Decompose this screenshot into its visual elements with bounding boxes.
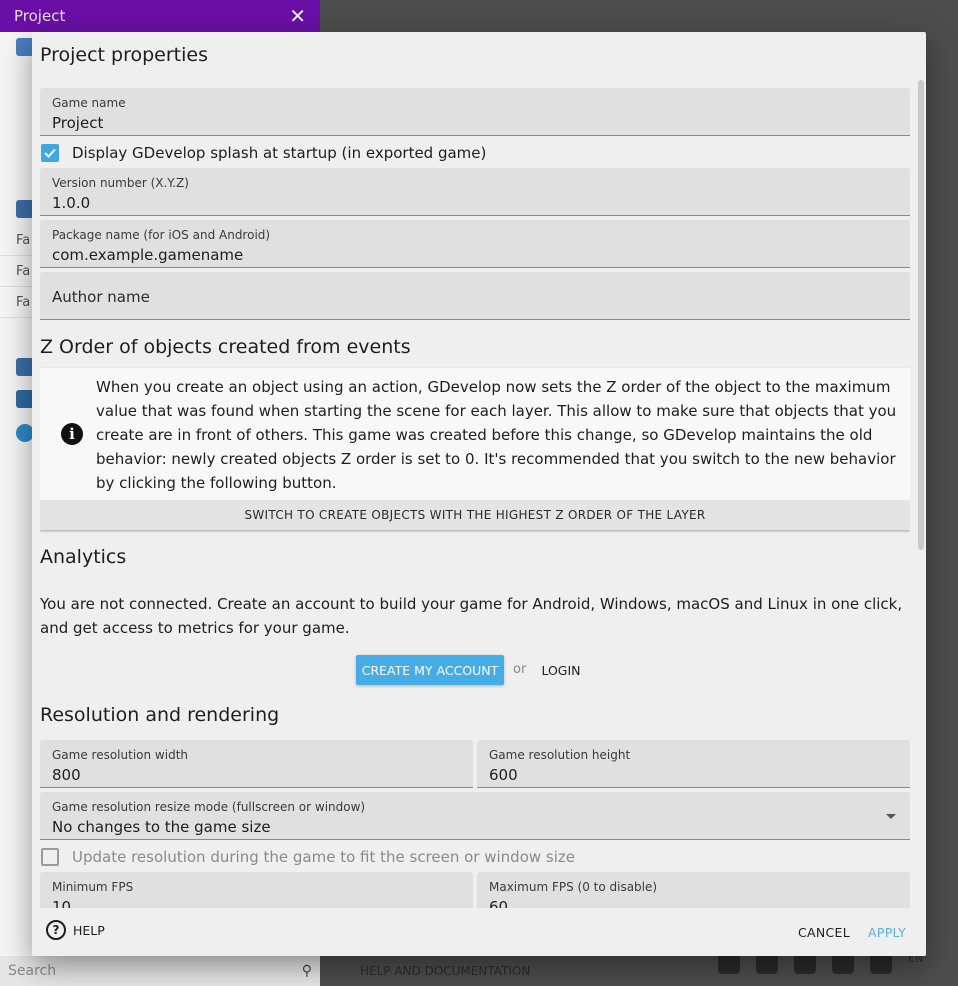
resolution-height-field[interactable]: Game resolution height 600 (477, 740, 910, 788)
package-name-value[interactable]: com.example.gamename (52, 246, 243, 264)
sidebar-item[interactable]: Fa (0, 288, 32, 318)
dialog-footer: ? HELP CANCEL APPLY (32, 908, 926, 956)
scrollbar-thumb[interactable] (918, 80, 924, 550)
update-resolution-label: Update resolution during the game to fit… (72, 848, 576, 866)
help-button[interactable]: ? HELP (46, 920, 105, 940)
version-value[interactable]: 1.0.0 (52, 194, 90, 212)
analytics-heading: Analytics (40, 546, 127, 568)
author-name-placeholder: Author name (52, 288, 150, 306)
create-account-button[interactable]: CREATE MY ACCOUNT (356, 655, 504, 685)
splash-label: Display GDevelop splash at startup (in e… (72, 144, 487, 162)
help-icon: ? (46, 920, 66, 940)
search-bar[interactable]: Search ⚲ (0, 956, 320, 986)
game-name-field[interactable]: Game name Project (40, 88, 910, 136)
project-properties-dialog: Project properties Game name Project Dis… (32, 32, 926, 956)
switch-z-order-button[interactable]: SWITCH TO CREATE OBJECTS WITH THE HIGHES… (40, 500, 910, 530)
login-button[interactable]: LOGIN (536, 655, 586, 685)
splash-checkbox-row[interactable]: Display GDevelop splash at startup (in e… (41, 144, 486, 162)
z-order-info-box: i When you create an object using an act… (40, 368, 910, 530)
resolution-width-value[interactable]: 800 (52, 766, 81, 784)
info-icon: i (61, 423, 83, 445)
game-name-label: Game name (52, 96, 126, 110)
project-panel-header: Project ✕ (0, 0, 320, 32)
chevron-down-icon[interactable] (886, 814, 896, 819)
package-name-label: Package name (for iOS and Android) (52, 228, 271, 242)
sidebar-item[interactable]: Fa (0, 257, 32, 287)
resolution-heading: Resolution and rendering (40, 704, 280, 726)
search-icon[interactable]: ⚲ (302, 963, 312, 979)
resize-mode-value[interactable]: No changes to the game size (52, 818, 271, 836)
close-icon[interactable]: ✕ (289, 4, 306, 28)
cancel-button[interactable]: CANCEL (798, 925, 850, 940)
resize-mode-label: Game resolution resize mode (fullscreen … (52, 800, 366, 814)
or-label: or (513, 662, 527, 677)
z-order-heading: Z Order of objects created from events (40, 336, 411, 358)
version-label: Version number (X.Y.Z) (52, 176, 189, 190)
min-fps-field[interactable]: Minimum FPS 10 (40, 872, 473, 908)
max-fps-field[interactable]: Maximum FPS (0 to disable) 60 (477, 872, 910, 908)
z-order-info-text: When you create an object using an actio… (96, 378, 897, 492)
sidebar-item[interactable]: Fa (0, 226, 32, 256)
analytics-text: You are not connected. Create an account… (40, 595, 903, 637)
min-fps-label: Minimum FPS (52, 880, 134, 894)
dialog-title: Project properties (40, 44, 209, 66)
resolution-height-label: Game resolution height (489, 748, 631, 762)
help-label: HELP (73, 922, 105, 938)
min-fps-value[interactable]: 10 (52, 898, 71, 908)
game-name-value[interactable]: Project (52, 114, 103, 132)
package-name-field[interactable]: Package name (for iOS and Android) com.e… (40, 220, 910, 268)
search-input[interactable]: Search (8, 963, 56, 979)
max-fps-label: Maximum FPS (0 to disable) (489, 880, 658, 894)
dialog-body: Game name Project Display GDevelop splas… (40, 88, 910, 908)
project-panel-title: Project (14, 7, 66, 25)
resolution-width-field[interactable]: Game resolution width 800 (40, 740, 473, 788)
update-resolution-checkbox[interactable] (41, 848, 59, 866)
apply-button[interactable]: APPLY (868, 925, 906, 940)
update-resolution-row[interactable]: Update resolution during the game to fit… (41, 848, 575, 866)
resize-mode-select[interactable]: Game resolution resize mode (fullscreen … (40, 792, 910, 840)
author-name-field[interactable]: Author name (40, 272, 910, 320)
resolution-height-value[interactable]: 600 (489, 766, 518, 784)
scrollbar[interactable] (918, 80, 924, 910)
max-fps-value[interactable]: 60 (489, 898, 508, 908)
splash-checkbox[interactable] (41, 144, 59, 162)
help-documentation-link[interactable]: HELP AND DOCUMENTATION (360, 964, 530, 978)
version-field[interactable]: Version number (X.Y.Z) 1.0.0 (40, 168, 910, 216)
resolution-width-label: Game resolution width (52, 748, 189, 762)
